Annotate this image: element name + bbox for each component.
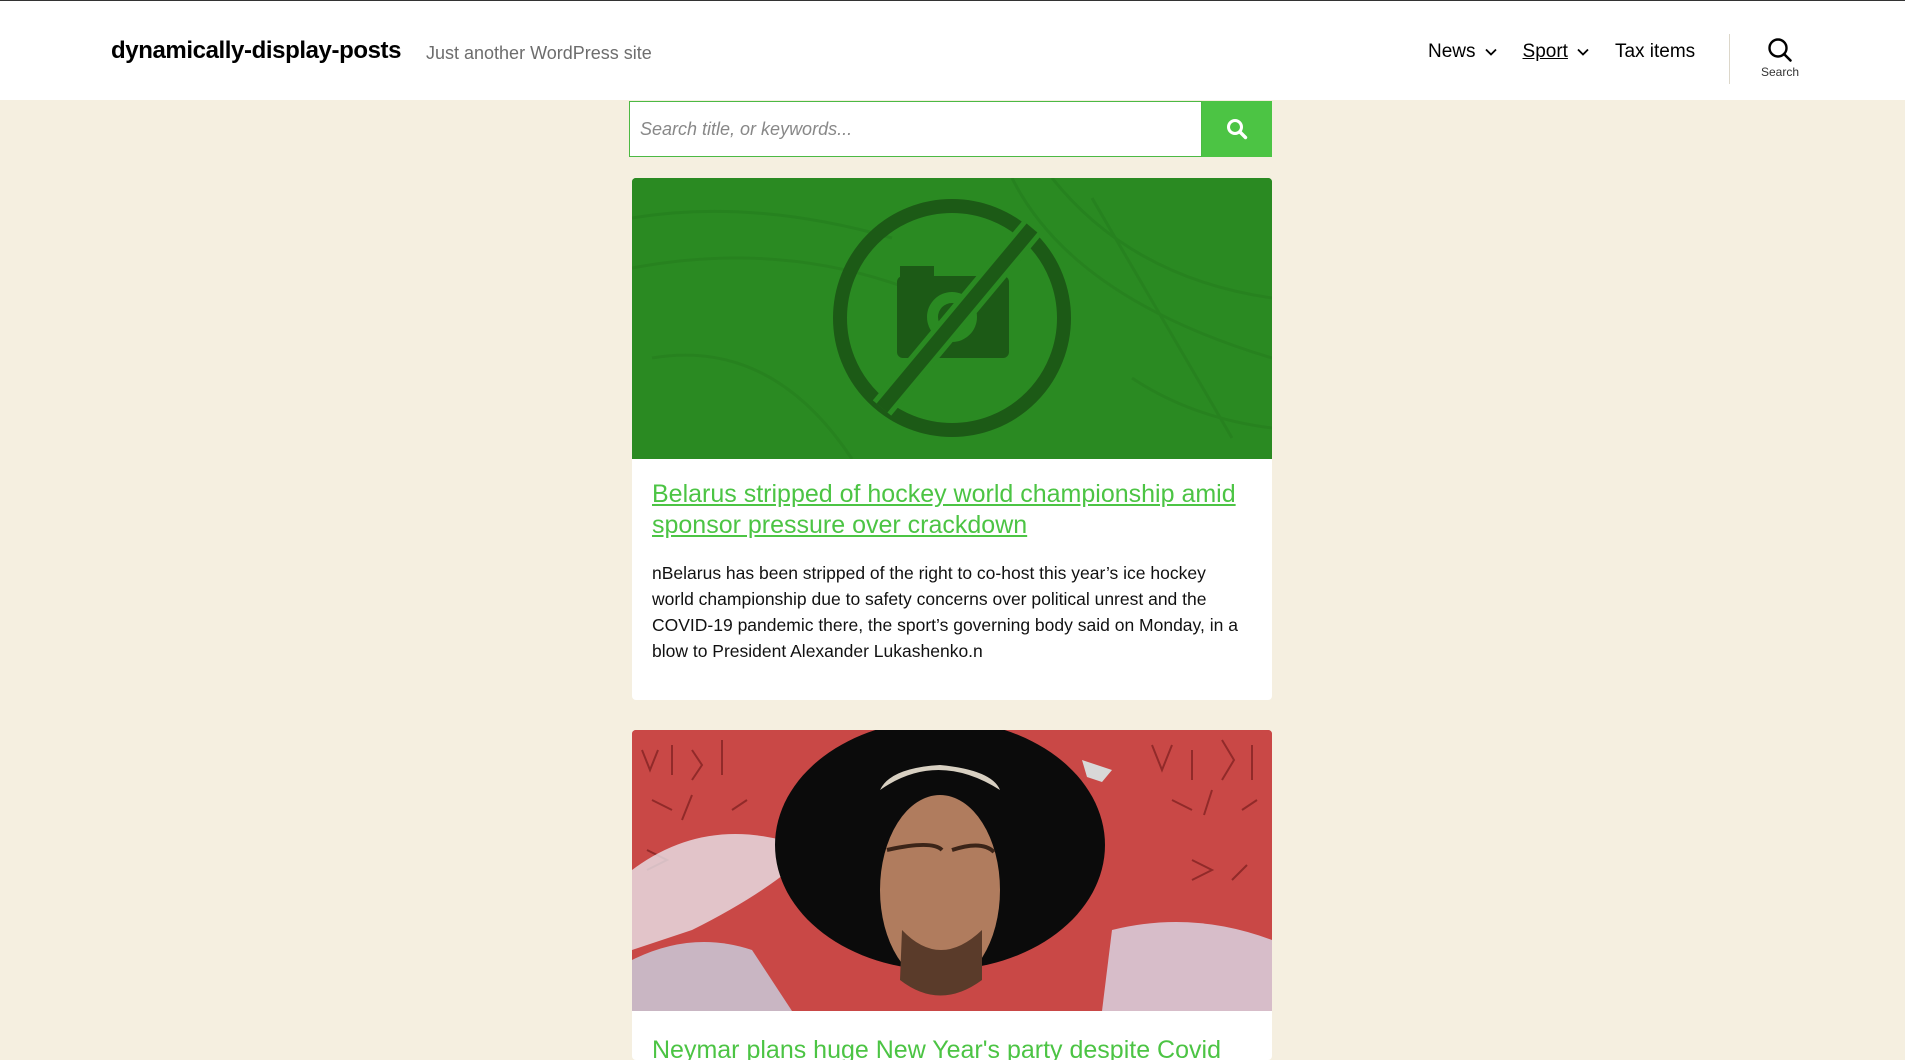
post-thumbnail[interactable]	[632, 730, 1272, 1011]
search-toggle-button[interactable]: Search	[1755, 37, 1805, 79]
nav-divider	[1729, 34, 1730, 84]
site-description: Just another WordPress site	[426, 43, 652, 63]
nav-item-tax-items[interactable]: Tax items	[1615, 41, 1695, 63]
search-form	[629, 101, 1272, 157]
search-toggle-label: Search	[1760, 65, 1800, 79]
chevron-down-icon	[1577, 48, 1589, 56]
primary-nav: News Sport Tax items	[1428, 41, 1720, 63]
search-input[interactable]	[629, 101, 1202, 157]
post-photo	[632, 730, 1272, 1011]
nav-item-news[interactable]: News	[1428, 41, 1498, 63]
post-thumbnail[interactable]	[632, 178, 1272, 459]
chevron-down-icon	[1484, 48, 1497, 56]
nav-item-label: Sport	[1522, 41, 1568, 62]
post-title-link[interactable]: Belarus stripped of hockey world champio…	[652, 479, 1252, 541]
nav-item-sport[interactable]: Sport	[1523, 41, 1590, 63]
post-card: Belarus stripped of hockey world champio…	[632, 178, 1272, 700]
no-image-icon	[632, 178, 1272, 459]
nav-item-label: Tax items	[1614, 41, 1696, 62]
post-card: Neymar plans huge New Year's party despi…	[632, 730, 1272, 1060]
post-title-link[interactable]: Neymar plans huge New Year's party despi…	[652, 1035, 1252, 1060]
post-excerpt: nBelarus has been stripped of the right …	[652, 563, 1238, 661]
search-icon	[1227, 119, 1248, 140]
nav-item-label: News	[1428, 41, 1476, 62]
site-title[interactable]: dynamically-display-posts	[111, 37, 402, 65]
search-submit-button[interactable]	[1202, 101, 1272, 157]
site-header: dynamically-display-posts Just another W…	[0, 1, 1905, 100]
search-icon	[1768, 38, 1792, 62]
